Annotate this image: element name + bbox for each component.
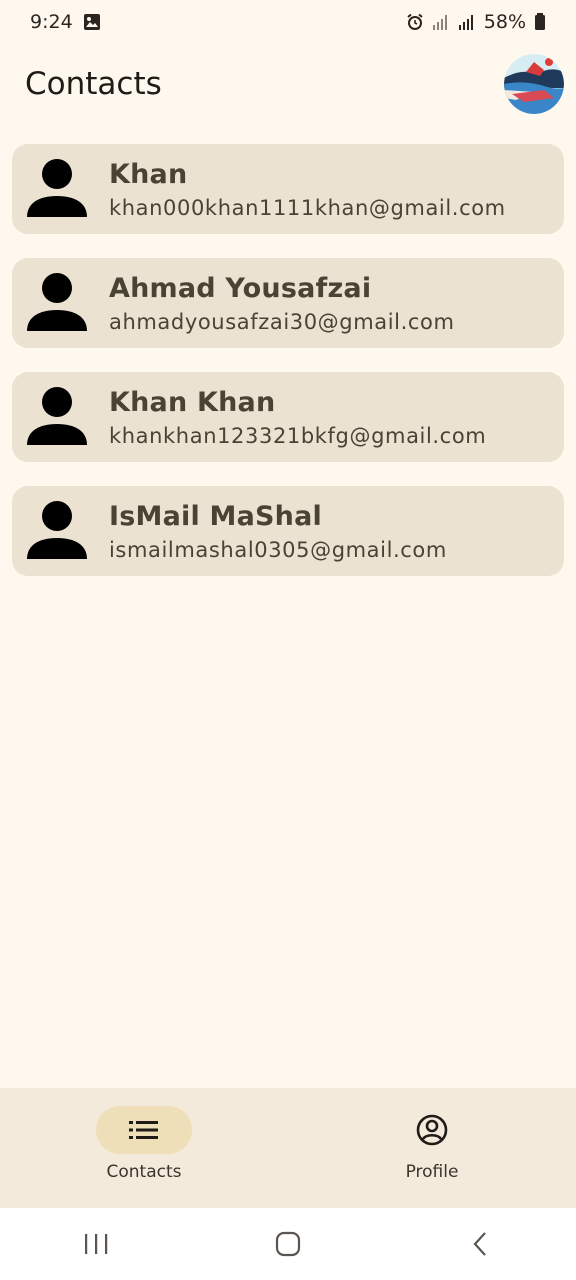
contact-card[interactable]: Khan Khan khankhan123321bkfg@gmail.com: [12, 372, 564, 462]
contact-email: khan000khan1111khan@gmail.com: [109, 195, 506, 220]
person-icon: [27, 501, 87, 559]
nav-icon-container: [384, 1106, 480, 1154]
nav-active-indicator: [96, 1106, 192, 1154]
battery-percentage: 58%: [483, 11, 526, 33]
recents-button[interactable]: [66, 1219, 126, 1269]
system-navigation-bar: [0, 1208, 576, 1280]
contact-card[interactable]: Khan khan000khan1111khan@gmail.com: [12, 144, 564, 234]
contact-text: Khan Khan khankhan123321bkfg@gmail.com: [109, 387, 486, 448]
home-button[interactable]: [258, 1219, 318, 1269]
status-left: 9:24: [30, 11, 101, 33]
contact-card[interactable]: IsMail MaShal ismailmashal0305@gmail.com: [12, 486, 564, 576]
contact-text: IsMail MaShal ismailmashal0305@gmail.com: [109, 501, 447, 562]
contact-name: Ahmad Yousafzai: [109, 272, 372, 304]
status-right: 58%: [406, 11, 546, 33]
contact-email: khankhan123321bkfg@gmail.com: [109, 423, 487, 448]
gallery-notification-icon: [83, 14, 100, 30]
contact-list: Khan khan000khan1111khan@gmail.com Ahmad…: [12, 144, 564, 576]
nav-label-contacts: Contacts: [106, 1162, 182, 1182]
back-icon: [473, 1232, 486, 1256]
recents-icon: [85, 1234, 108, 1254]
person-icon: [27, 387, 87, 445]
contact-text: Khan khan000khan1111khan@gmail.com: [109, 159, 506, 220]
contact-text: Ahmad Yousafzai ahmadyousafzai30@gmail.c…: [109, 273, 455, 334]
nav-item-profile[interactable]: Profile: [288, 1088, 576, 1208]
account-circle-icon: [416, 1114, 448, 1146]
bottom-navigation: Contacts Profile: [0, 1088, 576, 1208]
back-button[interactable]: [450, 1219, 510, 1269]
person-icon: [27, 273, 87, 331]
contact-name: Khan: [109, 158, 188, 190]
home-icon: [275, 1231, 301, 1257]
signal-icon: [458, 15, 473, 30]
page-title: Contacts: [25, 66, 162, 102]
top-app-bar: Contacts: [0, 44, 576, 124]
contact-email: ahmadyousafzai30@gmail.com: [109, 309, 455, 334]
contact-name: Khan Khan: [109, 386, 276, 418]
status-bar: 9:24 58%: [0, 0, 576, 44]
contact-email: ismailmashal0305@gmail.com: [109, 537, 447, 562]
battery-icon: [535, 13, 545, 30]
nav-label-profile: Profile: [405, 1162, 459, 1182]
contact-card[interactable]: Ahmad Yousafzai ahmadyousafzai30@gmail.c…: [12, 258, 564, 348]
alarm-icon: [407, 13, 423, 30]
contact-name: IsMail MaShal: [109, 500, 322, 532]
signal-icon: [432, 15, 447, 30]
nav-item-contacts[interactable]: Contacts: [0, 1088, 288, 1208]
list-icon: [129, 1121, 158, 1139]
profile-avatar-image[interactable]: [504, 54, 564, 114]
status-time: 9:24: [30, 11, 73, 33]
person-icon: [27, 159, 87, 217]
